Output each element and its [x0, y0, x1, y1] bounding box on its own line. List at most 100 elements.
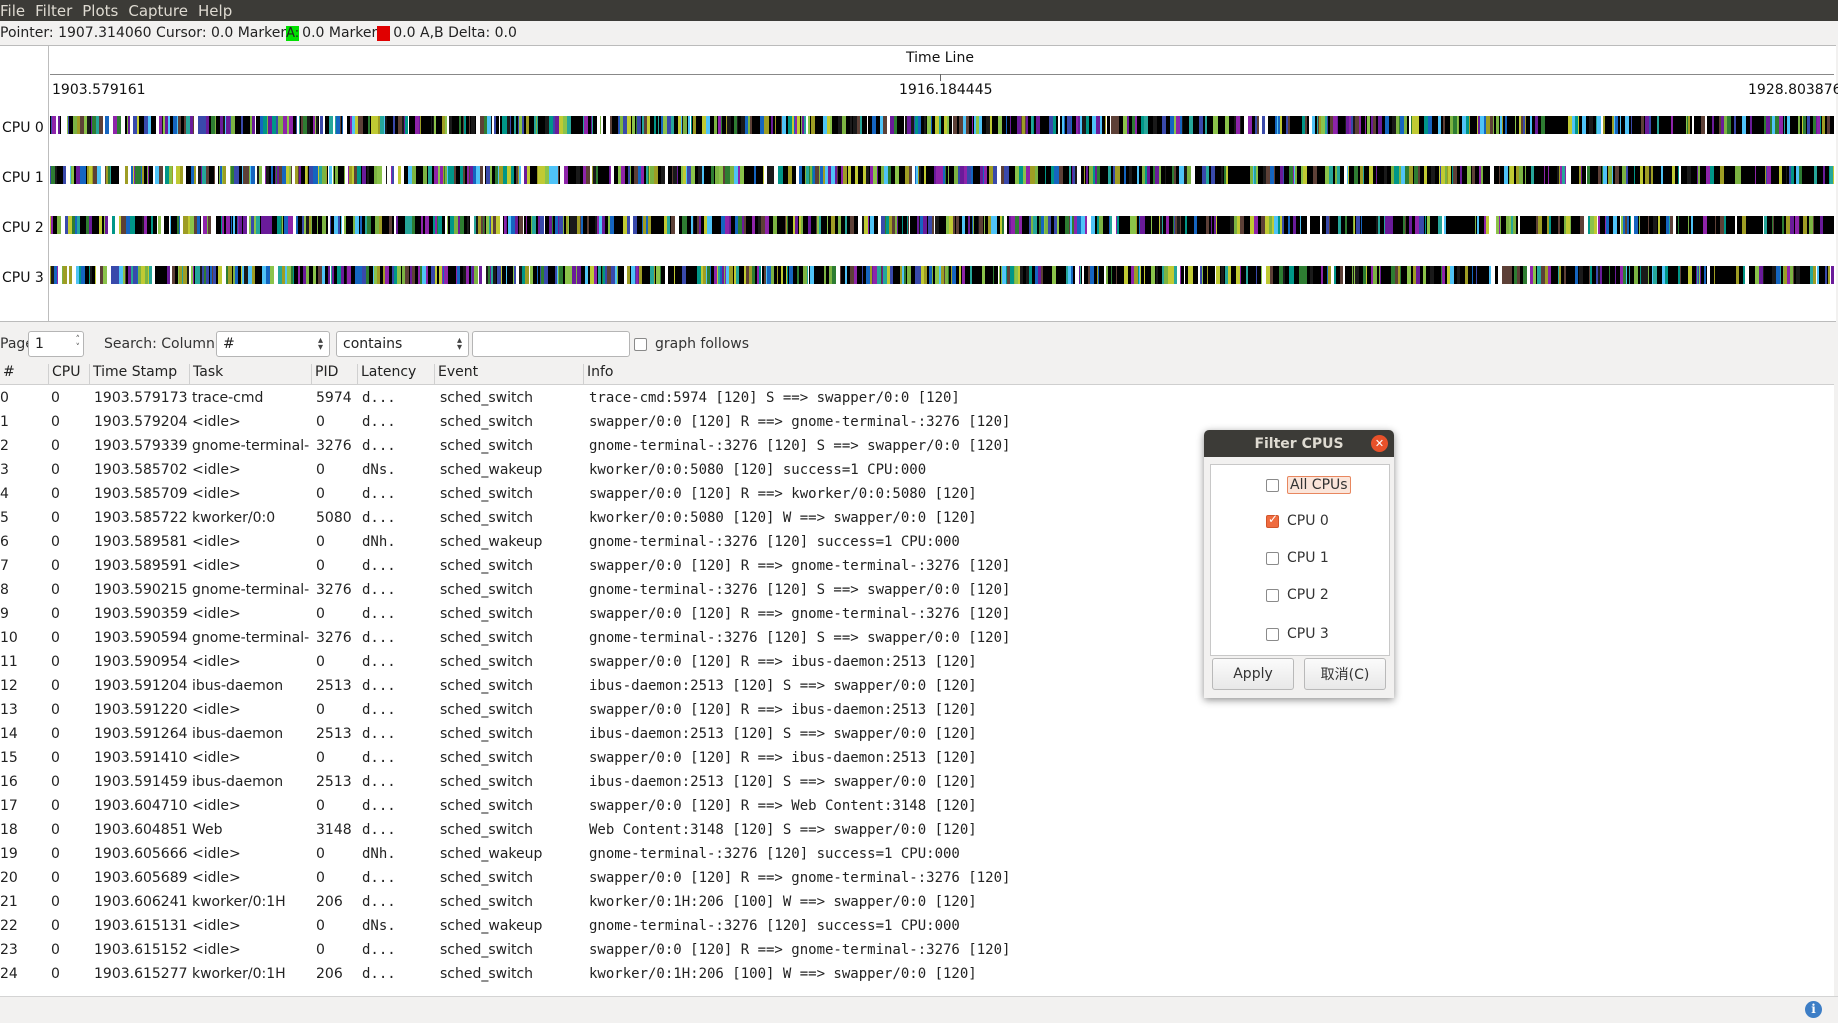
- activity-stripe: [1743, 266, 1745, 284]
- activity-stripe: [1378, 116, 1382, 134]
- close-icon[interactable]: ✕: [1371, 435, 1388, 452]
- activity-stripe: [1066, 116, 1067, 134]
- table-row[interactable]: 2 0 1903.579339 gnome-terminal- 3276 d... sche…: [0, 435, 1834, 459]
- table-row[interactable]: 22 0 1903.615131 <idle> 0 dNs. sched_wakeup gno…: [0, 915, 1834, 939]
- column-header-event[interactable]: Event: [435, 364, 584, 384]
- column-header-task[interactable]: Task: [190, 364, 312, 384]
- search-input[interactable]: [472, 331, 630, 357]
- cpu-track-1[interactable]: [50, 166, 1834, 184]
- match-combo[interactable]: contains ▴ ▾: [336, 331, 469, 357]
- all-cpus-option[interactable]: All CPUs: [1266, 476, 1351, 494]
- activity-stripe: [1385, 216, 1389, 234]
- cpu1-checkbox[interactable]: [1266, 551, 1279, 565]
- table-row[interactable]: 3 0 1903.585702 <idle> 0 dNs. sched_wakeup kwor…: [0, 459, 1834, 483]
- menu-help[interactable]: Help: [198, 2, 242, 20]
- menu-capture[interactable]: Capture: [128, 2, 198, 20]
- table-row[interactable]: 9 0 1903.590359 <idle> 0 d... sched_switch swap…: [0, 603, 1834, 627]
- cell-info: kworker/0:0:5080 [120] W ==> swapper/0:0…: [589, 510, 977, 526]
- table-row[interactable]: 12 0 1903.591204 ibus-daemon 2513 d... sched_s…: [0, 675, 1834, 699]
- all-cpus-checkbox[interactable]: [1266, 478, 1279, 492]
- table-row[interactable]: 24 0 1903.615277 kworker/0:1H 206 d... sched_s…: [0, 963, 1834, 987]
- activity-stripe: [67, 266, 69, 284]
- cpu2-checkbox[interactable]: [1266, 588, 1279, 602]
- activity-stripe: [1657, 266, 1661, 284]
- table-row[interactable]: 7 0 1903.589591 <idle> 0 d... sched_switch swap…: [0, 555, 1834, 579]
- column-header-pid[interactable]: PID: [312, 364, 358, 384]
- column-header-timestamp[interactable]: Time Stamp: [90, 364, 190, 384]
- cpu0-checkbox[interactable]: [1266, 512, 1279, 528]
- activity-stripe: [1215, 266, 1216, 284]
- activity-stripe: [568, 166, 572, 184]
- table-row[interactable]: 5 0 1903.585722 kworker/0:0 5080 d... sched_sw…: [0, 507, 1834, 531]
- menu-plots[interactable]: Plots: [82, 2, 128, 20]
- column-header-info[interactable]: Info: [584, 364, 1834, 384]
- activity-stripe: [1231, 166, 1235, 184]
- table-row[interactable]: 19 0 1903.605666 <idle> 0 dNh. sched_wakeup gno…: [0, 843, 1834, 867]
- activity-stripe: [1307, 266, 1310, 284]
- activity-stripe: [103, 116, 105, 134]
- activity-stripe: [810, 116, 811, 134]
- spinner-arrows-icon[interactable]: ˄ ˅: [76, 336, 81, 353]
- cpu-track-3[interactable]: [50, 266, 1834, 284]
- activity-stripe: [104, 216, 105, 234]
- table-row[interactable]: 23 0 1903.615152 <idle> 0 d... sched_switch swa…: [0, 939, 1834, 963]
- cpu-track-0[interactable]: [50, 116, 1834, 134]
- activity-stripe: [1119, 116, 1123, 134]
- table-row[interactable]: 17 0 1903.604710 <idle> 0 d... sched_switch swa…: [0, 795, 1834, 819]
- activity-stripe: [970, 266, 972, 284]
- cpu3-checkbox[interactable]: [1266, 627, 1279, 641]
- cpu0-option[interactable]: CPU 0: [1266, 512, 1329, 529]
- apply-button[interactable]: Apply: [1212, 658, 1294, 690]
- table-row[interactable]: 8 0 1903.590215 gnome-terminal- 3276 d... sche…: [0, 579, 1834, 603]
- menu-file[interactable]: File: [0, 2, 35, 20]
- table-row[interactable]: 16 0 1903.591459 ibus-daemon 2513 d... sched_s…: [0, 771, 1834, 795]
- info-icon[interactable]: i: [1805, 1001, 1822, 1018]
- menu-filter[interactable]: Filter: [35, 2, 82, 20]
- table-row[interactable]: 4 0 1903.585709 <idle> 0 d... sched_switch swap…: [0, 483, 1834, 507]
- cpu-track-2[interactable]: [50, 216, 1834, 234]
- activity-stripe: [1041, 116, 1045, 134]
- activity-stripe: [584, 116, 588, 134]
- timeline-graph[interactable]: CPU 0 CPU 1 CPU 2 CPU 3 Time Line 1903.5…: [0, 45, 1838, 322]
- table-row[interactable]: 1 0 1903.579204 <idle> 0 d... sched_switch swap…: [0, 411, 1834, 435]
- column-header-index[interactable]: #: [0, 364, 49, 384]
- activity-stripe: [1520, 266, 1523, 284]
- activity-stripe: [1606, 216, 1609, 234]
- page-spinner[interactable]: 1 ˄ ˅: [28, 331, 84, 357]
- graph-follows-checkbox[interactable]: [634, 338, 647, 351]
- activity-stripe: [1441, 266, 1442, 284]
- activity-stripe: [70, 166, 71, 184]
- table-row[interactable]: 21 0 1903.606241 kworker/0:1H 206 d... sched_s…: [0, 891, 1834, 915]
- events-table[interactable]: # CPU Time Stamp Task PID Latency Event …: [0, 362, 1834, 996]
- table-row[interactable]: 0 0 1903.579173 trace-cmd 5974 d... sched_swit…: [0, 387, 1834, 411]
- activity-stripe: [1398, 266, 1400, 284]
- table-row[interactable]: 6 0 1903.589581 <idle> 0 dNh. sched_wakeup gnom…: [0, 531, 1834, 555]
- activity-stripe: [293, 216, 294, 234]
- activity-stripe: [618, 266, 622, 284]
- table-row[interactable]: 20 0 1903.605689 <idle> 0 d... sched_switch swa…: [0, 867, 1834, 891]
- column-header-latency[interactable]: Latency: [358, 364, 435, 384]
- search-column-label: Search: Column:: [104, 336, 220, 352]
- activity-stripe: [1259, 116, 1262, 134]
- table-row[interactable]: 14 0 1903.591264 ibus-daemon 2513 d... sched_s…: [0, 723, 1834, 747]
- activity-stripe: [323, 116, 325, 134]
- cancel-button[interactable]: 取消(C): [1304, 658, 1386, 690]
- activity-stripe: [289, 216, 293, 234]
- cpu1-option[interactable]: CPU 1: [1266, 550, 1329, 566]
- activity-stripe: [872, 116, 876, 134]
- activity-stripe: [266, 266, 270, 284]
- cpu3-option[interactable]: CPU 3: [1266, 626, 1329, 642]
- cell-event: sched_switch: [440, 438, 534, 454]
- table-row[interactable]: 13 0 1903.591220 <idle> 0 d... sched_switch swa…: [0, 699, 1834, 723]
- activity-stripe: [1188, 266, 1190, 284]
- activity-stripe: [755, 266, 757, 284]
- table-row[interactable]: 11 0 1903.590954 <idle> 0 d... sched_switch swa…: [0, 651, 1834, 675]
- column-header-cpu[interactable]: CPU: [49, 364, 90, 384]
- cpu2-option[interactable]: CPU 2: [1266, 587, 1329, 603]
- activity-stripe: [1477, 166, 1479, 184]
- table-row[interactable]: 10 0 1903.590594 gnome-terminal- 3276 d... sch…: [0, 627, 1834, 651]
- activity-stripe: [1825, 116, 1827, 134]
- column-combo[interactable]: # ▴ ▾: [216, 331, 330, 357]
- table-row[interactable]: 18 0 1903.604851 Web 3148 d... sched_switch Web…: [0, 819, 1834, 843]
- table-row[interactable]: 15 0 1903.591410 <idle> 0 d... sched_switch swa…: [0, 747, 1834, 771]
